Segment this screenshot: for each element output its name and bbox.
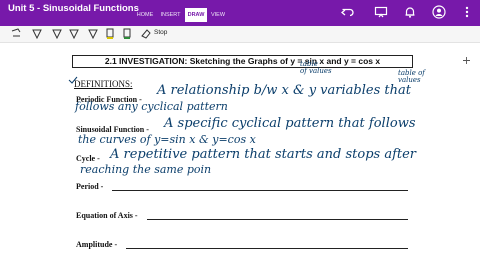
lasso-icon[interactable] (10, 27, 22, 41)
handwriting-cycle-line1: A repetitive pattern that starts and sto… (110, 147, 417, 162)
pen-icon[interactable] (68, 27, 80, 41)
tab-insert[interactable]: INSERT (158, 8, 183, 22)
tab-view[interactable]: VIEW (209, 8, 227, 22)
term-period: Period - (76, 182, 104, 191)
table-annotation-2: table of values (398, 69, 425, 84)
undo-icon[interactable] (341, 5, 355, 19)
term-cycle: Cycle - (76, 154, 100, 163)
pen-icon[interactable] (31, 27, 43, 41)
answer-line-period (112, 190, 408, 191)
pen-icon[interactable] (51, 27, 63, 41)
avatar-icon[interactable] (432, 5, 446, 19)
pen-icon[interactable] (87, 27, 99, 41)
table-annotation-1: table of values (300, 60, 332, 75)
handwriting-periodic-line1: A relationship b/w x & y variables that (157, 83, 411, 98)
tab-draw[interactable]: DRAW (185, 8, 207, 22)
handwriting-sinusoidal-line2: the curves of y=sin x & y=cos x (78, 133, 256, 146)
highlighter-icon[interactable] (121, 27, 133, 41)
notebook-title: Unit 5 - Sinusoidal Functions (8, 3, 139, 14)
eraser-icon[interactable] (140, 27, 152, 41)
title-bar: Unit 5 - Sinusoidal Functions HOME INSER… (0, 0, 480, 26)
pin-icon[interactable] (462, 56, 471, 65)
answer-line-amplitude (126, 248, 408, 249)
highlighter-icon[interactable] (104, 27, 116, 41)
handwriting-cycle-line2: reaching the same poin (80, 163, 212, 176)
present-icon[interactable] (374, 5, 388, 19)
draw-toolbar: Stop (0, 26, 480, 64)
term-equation-of-axis: Equation of Axis - (76, 211, 138, 220)
more-icon[interactable] (460, 5, 474, 19)
stop-button[interactable]: Stop (154, 29, 167, 36)
handwriting-sinusoidal-line1: A specific cyclical pattern that follows (164, 116, 416, 131)
bell-icon[interactable] (403, 5, 417, 19)
handwriting-periodic-line2: follows any cyclical pattern (75, 100, 228, 113)
answer-line-axis (147, 219, 408, 220)
term-amplitude: Amplitude - (76, 240, 118, 249)
tab-home[interactable]: HOME (134, 8, 156, 22)
definitions-heading: DEFINITIONS: (74, 79, 133, 89)
document-title: 2.1 INVESTIGATION: Sketching the Graphs … (72, 55, 413, 68)
